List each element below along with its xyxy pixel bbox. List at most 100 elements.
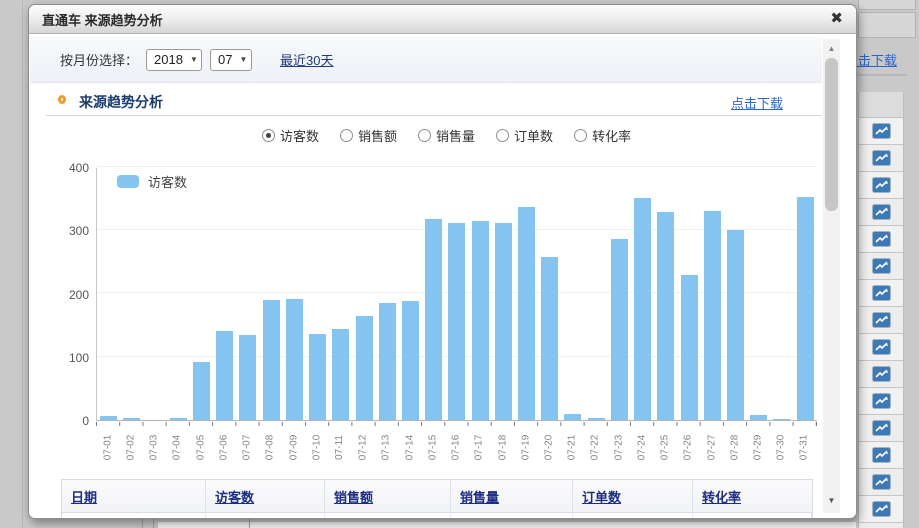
recent-30-days-link[interactable]: 最近30天 xyxy=(280,50,333,69)
x-axis-label: 07-17 xyxy=(468,428,491,470)
trend-bar-chart: 0100200300400 访客数 07-0107-0207-0307-0407… xyxy=(29,155,823,475)
trend-chart-icon[interactable] xyxy=(872,447,891,463)
radio-button-icon[interactable] xyxy=(496,129,509,142)
dialog-scrollbar[interactable]: ▲ ▼ xyxy=(823,39,840,513)
trend-chart-icon[interactable] xyxy=(872,177,891,193)
bar-07-11 xyxy=(332,329,349,420)
metric-radio-3[interactable]: 订单数 xyxy=(496,126,553,145)
bar-07-19 xyxy=(518,207,535,420)
scroll-up-icon[interactable]: ▲ xyxy=(823,42,840,56)
bar-slot xyxy=(399,301,422,420)
background-table-header xyxy=(859,92,903,118)
bar-07-01 xyxy=(100,416,117,420)
data-table-header: 日期 访客数 销售额 销售量 订单数 转化率 xyxy=(61,479,813,513)
table-sort-link-0[interactable]: 日期 xyxy=(71,487,97,506)
x-axis-label: 07-10 xyxy=(305,428,328,470)
bar-07-04 xyxy=(170,418,187,420)
table-header-cell: 访客数 xyxy=(206,480,325,512)
bar-slot xyxy=(724,230,747,420)
background-icon-column xyxy=(858,92,904,528)
bar-07-18 xyxy=(495,223,512,420)
trend-chart-icon[interactable] xyxy=(872,420,891,436)
metric-radio-1[interactable]: 销售额 xyxy=(340,126,397,145)
year-select[interactable]: 2018 ▼ xyxy=(146,49,202,71)
dialog-titlebar: 直通车 来源趋势分析 ✖ xyxy=(29,5,856,34)
bar-slot xyxy=(538,257,561,420)
bar-slot xyxy=(120,418,143,420)
y-axis-tick-label: 300 xyxy=(57,224,89,238)
section-divider xyxy=(46,115,822,116)
download-link[interactable]: 点击下载 xyxy=(731,93,783,112)
background-table-row xyxy=(859,145,903,172)
trend-chart-icon[interactable] xyxy=(872,312,891,328)
table-sort-link-4[interactable]: 订单数 xyxy=(582,487,621,506)
x-axis-label: 07-06 xyxy=(212,428,235,470)
x-axis-label: 07-29 xyxy=(746,428,769,470)
month-select[interactable]: 07 ▼ xyxy=(210,49,252,71)
x-axis-label: 07-27 xyxy=(700,428,723,470)
trend-chart-icon[interactable] xyxy=(872,501,891,517)
trend-chart-icon[interactable] xyxy=(872,474,891,490)
background-table-row xyxy=(859,199,903,226)
table-header-cell: 订单数 xyxy=(573,480,693,512)
background-table-row xyxy=(859,496,903,523)
trend-chart-icon[interactable] xyxy=(872,393,891,409)
bar-slot xyxy=(236,335,259,420)
y-axis-tick-label: 200 xyxy=(57,288,89,302)
bar-07-06 xyxy=(216,331,233,420)
radio-button-icon[interactable] xyxy=(574,129,587,142)
trend-chart-icon[interactable] xyxy=(872,204,891,220)
table-cell-partial xyxy=(62,513,206,519)
trend-chart-icon[interactable] xyxy=(872,285,891,301)
background-table-row xyxy=(859,334,903,361)
trend-chart-icon[interactable] xyxy=(872,339,891,355)
bar-07-27 xyxy=(704,211,721,420)
bar-slot xyxy=(422,219,445,420)
background-table-row xyxy=(859,280,903,307)
bar-slot xyxy=(306,334,329,420)
metric-radio-2[interactable]: 销售量 xyxy=(418,126,475,145)
trend-chart-icon[interactable] xyxy=(872,366,891,382)
table-header-cell: 销售量 xyxy=(451,480,573,512)
dialog-title: 直通车 来源趋势分析 xyxy=(42,10,163,29)
trend-chart-icon[interactable] xyxy=(872,123,891,139)
month-filter-label: 按月份选择： xyxy=(60,50,138,69)
metric-radio-4[interactable]: 转化率 xyxy=(574,126,631,145)
radio-button-icon[interactable] xyxy=(340,129,353,142)
bar-slot xyxy=(492,223,515,420)
table-sort-link-3[interactable]: 销售量 xyxy=(460,487,499,506)
table-header-cell: 转化率 xyxy=(693,480,812,512)
bar-07-05 xyxy=(193,362,210,420)
scroll-down-icon[interactable]: ▼ xyxy=(823,494,840,508)
y-axis-tick-label: 0 xyxy=(57,414,89,428)
bar-slot xyxy=(97,416,120,420)
bar-slot xyxy=(747,415,770,420)
legend-label: 访客数 xyxy=(148,172,187,191)
background-table-row xyxy=(859,307,903,334)
gridline xyxy=(97,166,817,167)
scrollbar-thumb[interactable] xyxy=(825,58,838,211)
x-axis-label: 07-05 xyxy=(189,428,212,470)
bar-07-24 xyxy=(634,198,651,420)
bar-slot xyxy=(677,275,700,420)
x-axis-label: 07-04 xyxy=(166,428,189,470)
x-axis-label: 07-18 xyxy=(491,428,514,470)
radio-button-icon[interactable] xyxy=(262,129,275,142)
bar-slot xyxy=(770,419,793,420)
bar-07-10 xyxy=(309,334,326,420)
background-grid-line xyxy=(142,519,143,528)
background-table-row xyxy=(859,442,903,469)
bar-slot xyxy=(561,414,584,420)
table-sort-link-2[interactable]: 销售额 xyxy=(334,487,373,506)
table-sort-link-1[interactable]: 访客数 xyxy=(215,487,254,506)
table-sort-link-5[interactable]: 转化率 xyxy=(702,487,741,506)
trend-chart-icon[interactable] xyxy=(872,150,891,166)
background-grid-line xyxy=(249,519,250,528)
radio-button-icon[interactable] xyxy=(418,129,431,142)
bar-slot xyxy=(654,212,677,420)
trend-chart-icon[interactable] xyxy=(872,258,891,274)
trend-chart-icon[interactable] xyxy=(872,231,891,247)
metric-radio-0[interactable]: 访客数 xyxy=(262,126,319,145)
close-icon[interactable]: ✖ xyxy=(830,9,843,29)
table-cell-partial xyxy=(451,513,573,519)
